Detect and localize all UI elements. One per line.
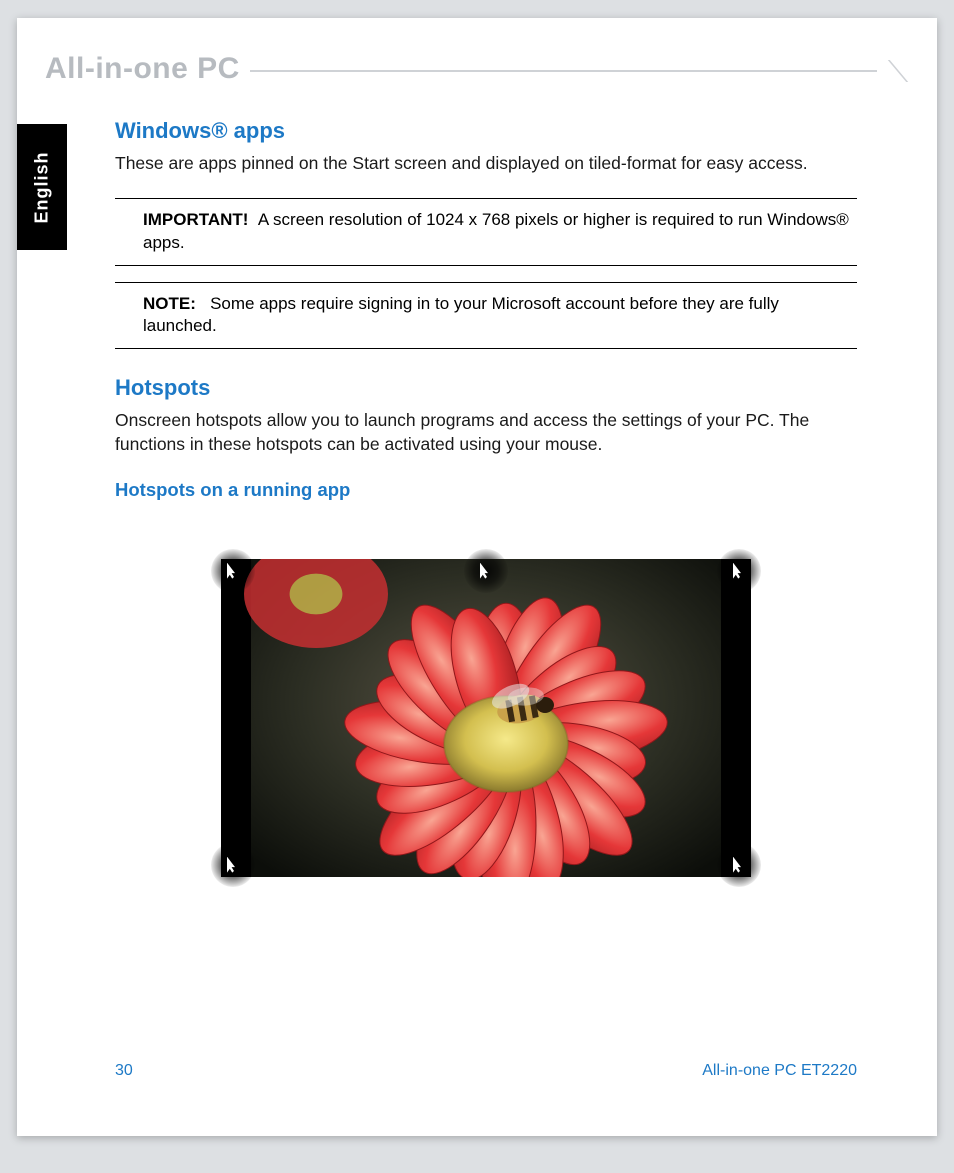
language-tab: English [17,124,67,250]
callout-note: NOTE: Some apps require signing in to yo… [115,282,857,350]
content: Windows® apps These are apps pinned on t… [115,118,857,877]
heading-windows-apps: Windows® apps [115,118,857,144]
callout-important-label: IMPORTANT! [143,210,248,229]
paragraph-hotspots: Onscreen hotspots allow you to launch pr… [115,409,857,456]
header-rule [243,70,877,72]
cursor-icon [717,843,761,887]
callout-important-text: A screen resolution of 1024 x 768 pixels… [143,210,849,252]
heading-hotspots: Hotspots [115,375,857,401]
figure-hotspots [221,559,751,877]
cursor-icon [211,549,255,593]
footer-model: All-in-one PC ET2220 [702,1062,857,1080]
subheading-hotspots-running-app: Hotspots on a running app [115,479,857,501]
header-title: All-in-one PC [45,52,250,86]
cursor-icon [211,843,255,887]
callout-note-label: NOTE: [143,294,196,313]
page-header: All-in-one PC [17,56,937,94]
callout-note-text: Some apps require signing in to your Mic… [143,294,779,336]
page-footer: 30 All-in-one PC ET2220 [115,1062,857,1080]
page-number: 30 [115,1062,133,1080]
callout-important: IMPORTANT! A screen resolution of 1024 x… [115,198,857,266]
language-tab-label: English [32,151,53,223]
flower-photo [221,559,751,877]
cursor-icon [464,549,508,593]
paragraph-windows-apps: These are apps pinned on the Start scree… [115,152,857,176]
cursor-icon [717,549,761,593]
page: All-in-one PC English Windows® apps Thes… [17,18,937,1136]
